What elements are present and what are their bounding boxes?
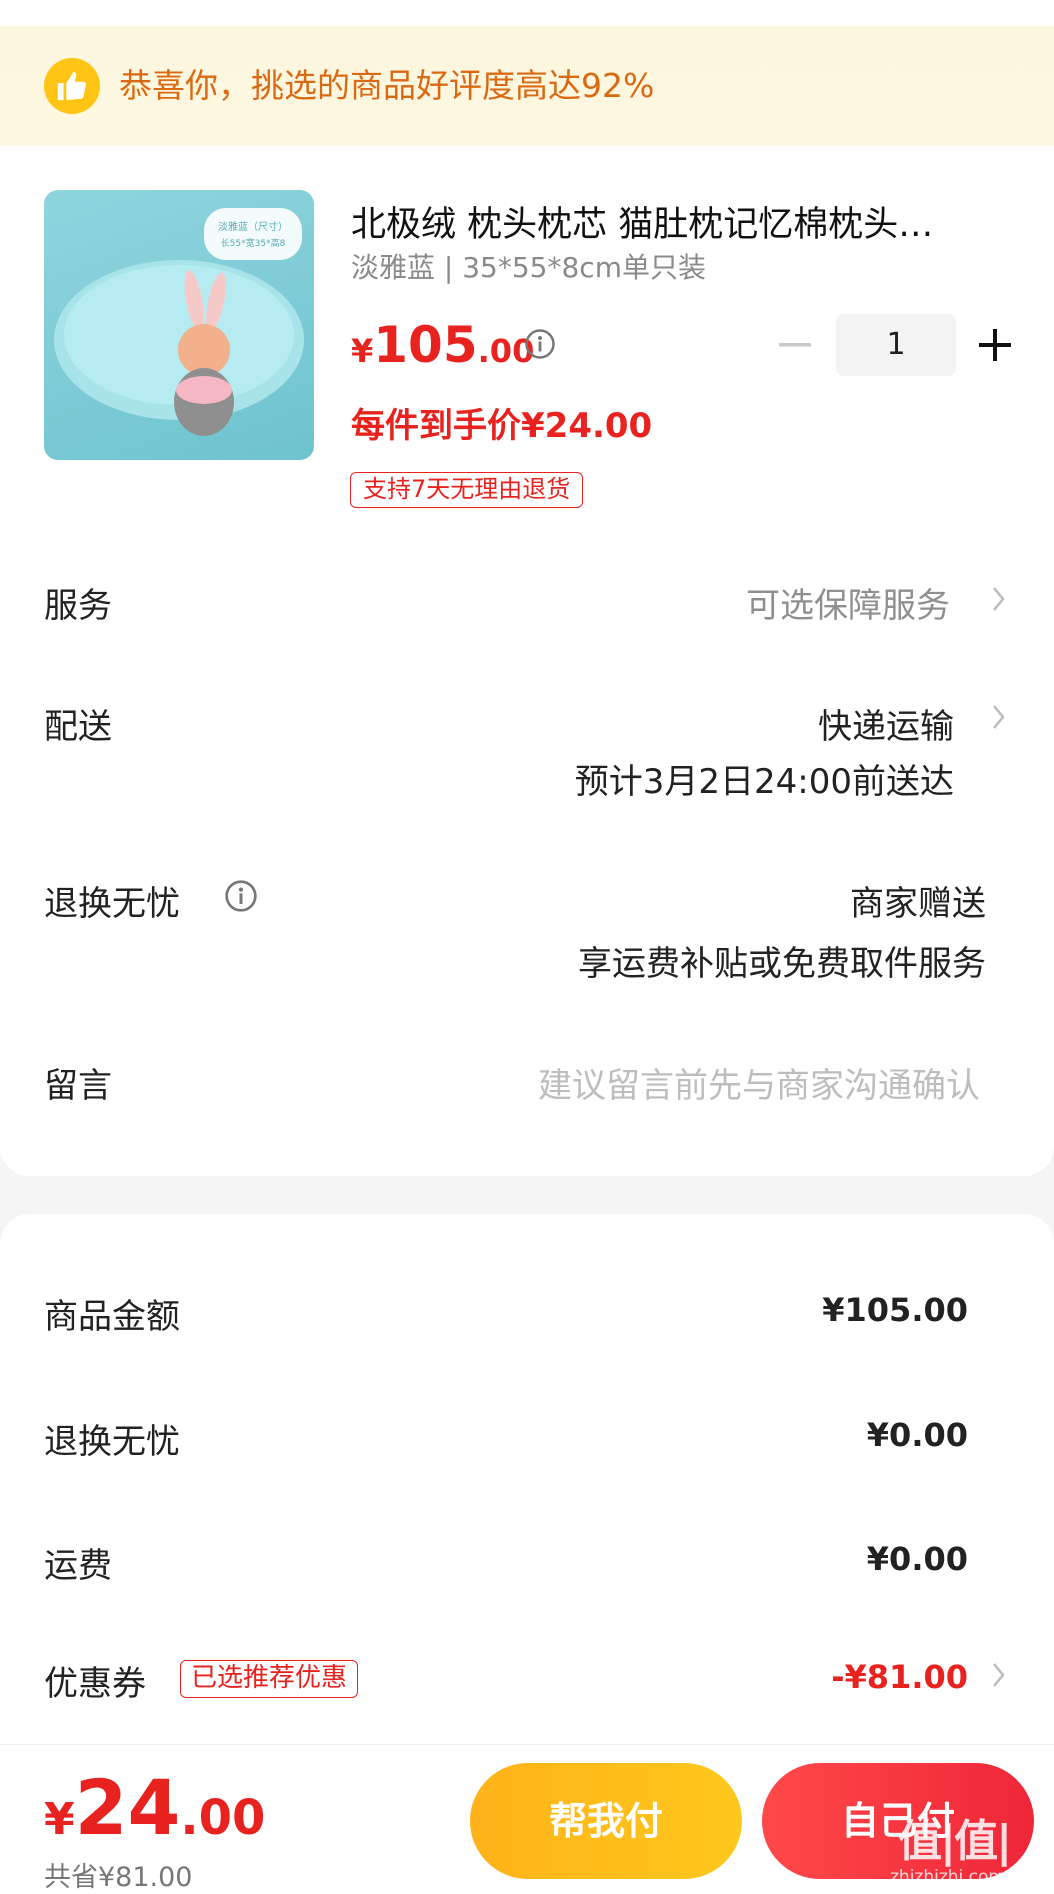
product-price: ¥105.00 [351, 316, 534, 374]
service-label: 服务 [44, 586, 112, 626]
final-unit-price: 每件到手价¥24.00 [351, 406, 653, 446]
message-label: 留言 [44, 1066, 112, 1106]
price-symbol: ¥ [351, 332, 374, 370]
coupon-chevron-icon[interactable] [990, 1658, 1008, 1700]
delivery-eta: 预计3月2日24:00前送达 [574, 762, 954, 802]
shipping-value: ¥0.00 [866, 1540, 968, 1578]
delivery-label: 配送 [44, 707, 112, 747]
saved-amount: 共省¥81.00 [44, 1862, 193, 1893]
watermark-url: zhizhizhi.com [890, 1867, 1005, 1887]
price-integer: 105 [373, 316, 478, 374]
quantity-minus-button[interactable] [775, 330, 815, 364]
shipping-label: 运费 [44, 1546, 112, 1586]
image-label-2: 长55*宽35*高8 [221, 237, 286, 249]
banner-text: 恭喜你，挑选的商品好评度高达92% [119, 66, 655, 105]
thumbs-up-icon [44, 58, 100, 114]
message-input[interactable]: 建议留言前先与商家沟通确认 [538, 1058, 980, 1107]
price-info-icon[interactable] [524, 328, 556, 364]
return-service-value: 商家赠送 [850, 884, 986, 924]
checkout-page: 恭喜你，挑选的商品好评度高达92% 淡雅蓝（尺寸） 长55*宽35*高8 北极绒… [0, 0, 1054, 1894]
return-fee-label: 退换无忧 [44, 1422, 180, 1462]
total-decimal: .00 [180, 1790, 266, 1846]
price-summary-card: 商品金额 ¥105.00 退换无忧 ¥0.00 运费 ¥0.00 优惠券 已选推… [0, 1214, 1054, 1744]
delivery-method[interactable]: 快递运输 [818, 699, 954, 748]
total-integer: 24 [74, 1763, 181, 1852]
return-info-icon[interactable] [224, 879, 258, 917]
help-me-pay-button[interactable]: 帮我付 [470, 1763, 742, 1879]
return-fee-value: ¥0.00 [866, 1416, 968, 1454]
order-item-card: 淡雅蓝（尺寸） 长55*宽35*高8 北极绒 枕头枕芯 猫肚枕记忆棉枕头… 淡雅… [0, 146, 1054, 1176]
coupon-value[interactable]: -¥81.00 [831, 1658, 968, 1696]
product-title[interactable]: 北极绒 枕头枕芯 猫肚枕记忆棉枕头… [351, 196, 1001, 247]
return-service-desc: 享运费补贴或免费取件服务 [578, 944, 986, 984]
return-policy-tag: 支持7天无理由退货 [350, 472, 584, 508]
product-sku[interactable]: 淡雅蓝 | 35*55*8cm单只装 [351, 246, 706, 286]
quantity-plus-button[interactable] [977, 327, 1013, 363]
total-symbol: ¥ [44, 1794, 75, 1845]
checkout-bar: ¥24.00 共省¥81.00 帮我付 自己付 值|值|值 zhizhizhi.… [0, 1744, 1054, 1894]
top-strip [0, 0, 1054, 26]
total-price: ¥24.00 [44, 1763, 265, 1852]
rating-banner: 恭喜你，挑选的商品好评度高达92% [0, 26, 1054, 146]
coupon-tag: 已选推荐优惠 [180, 1660, 359, 1698]
quantity-value[interactable]: 1 [836, 314, 956, 376]
goods-amount-value: ¥105.00 [822, 1291, 968, 1329]
coupon-label: 优惠券 [44, 1664, 146, 1704]
image-label-1: 淡雅蓝（尺寸） [218, 220, 288, 233]
service-chevron-icon[interactable] [990, 582, 1008, 624]
watermark-logo: 值|值|值 zhizhizhi.com [890, 1805, 1040, 1894]
service-value[interactable]: 可选保障服务 [746, 578, 950, 627]
delivery-chevron-icon[interactable] [990, 700, 1008, 742]
goods-amount-label: 商品金额 [44, 1297, 180, 1337]
return-service-label: 退换无忧 [44, 884, 180, 924]
product-image[interactable]: 淡雅蓝（尺寸） 长55*宽35*高8 [44, 190, 314, 460]
